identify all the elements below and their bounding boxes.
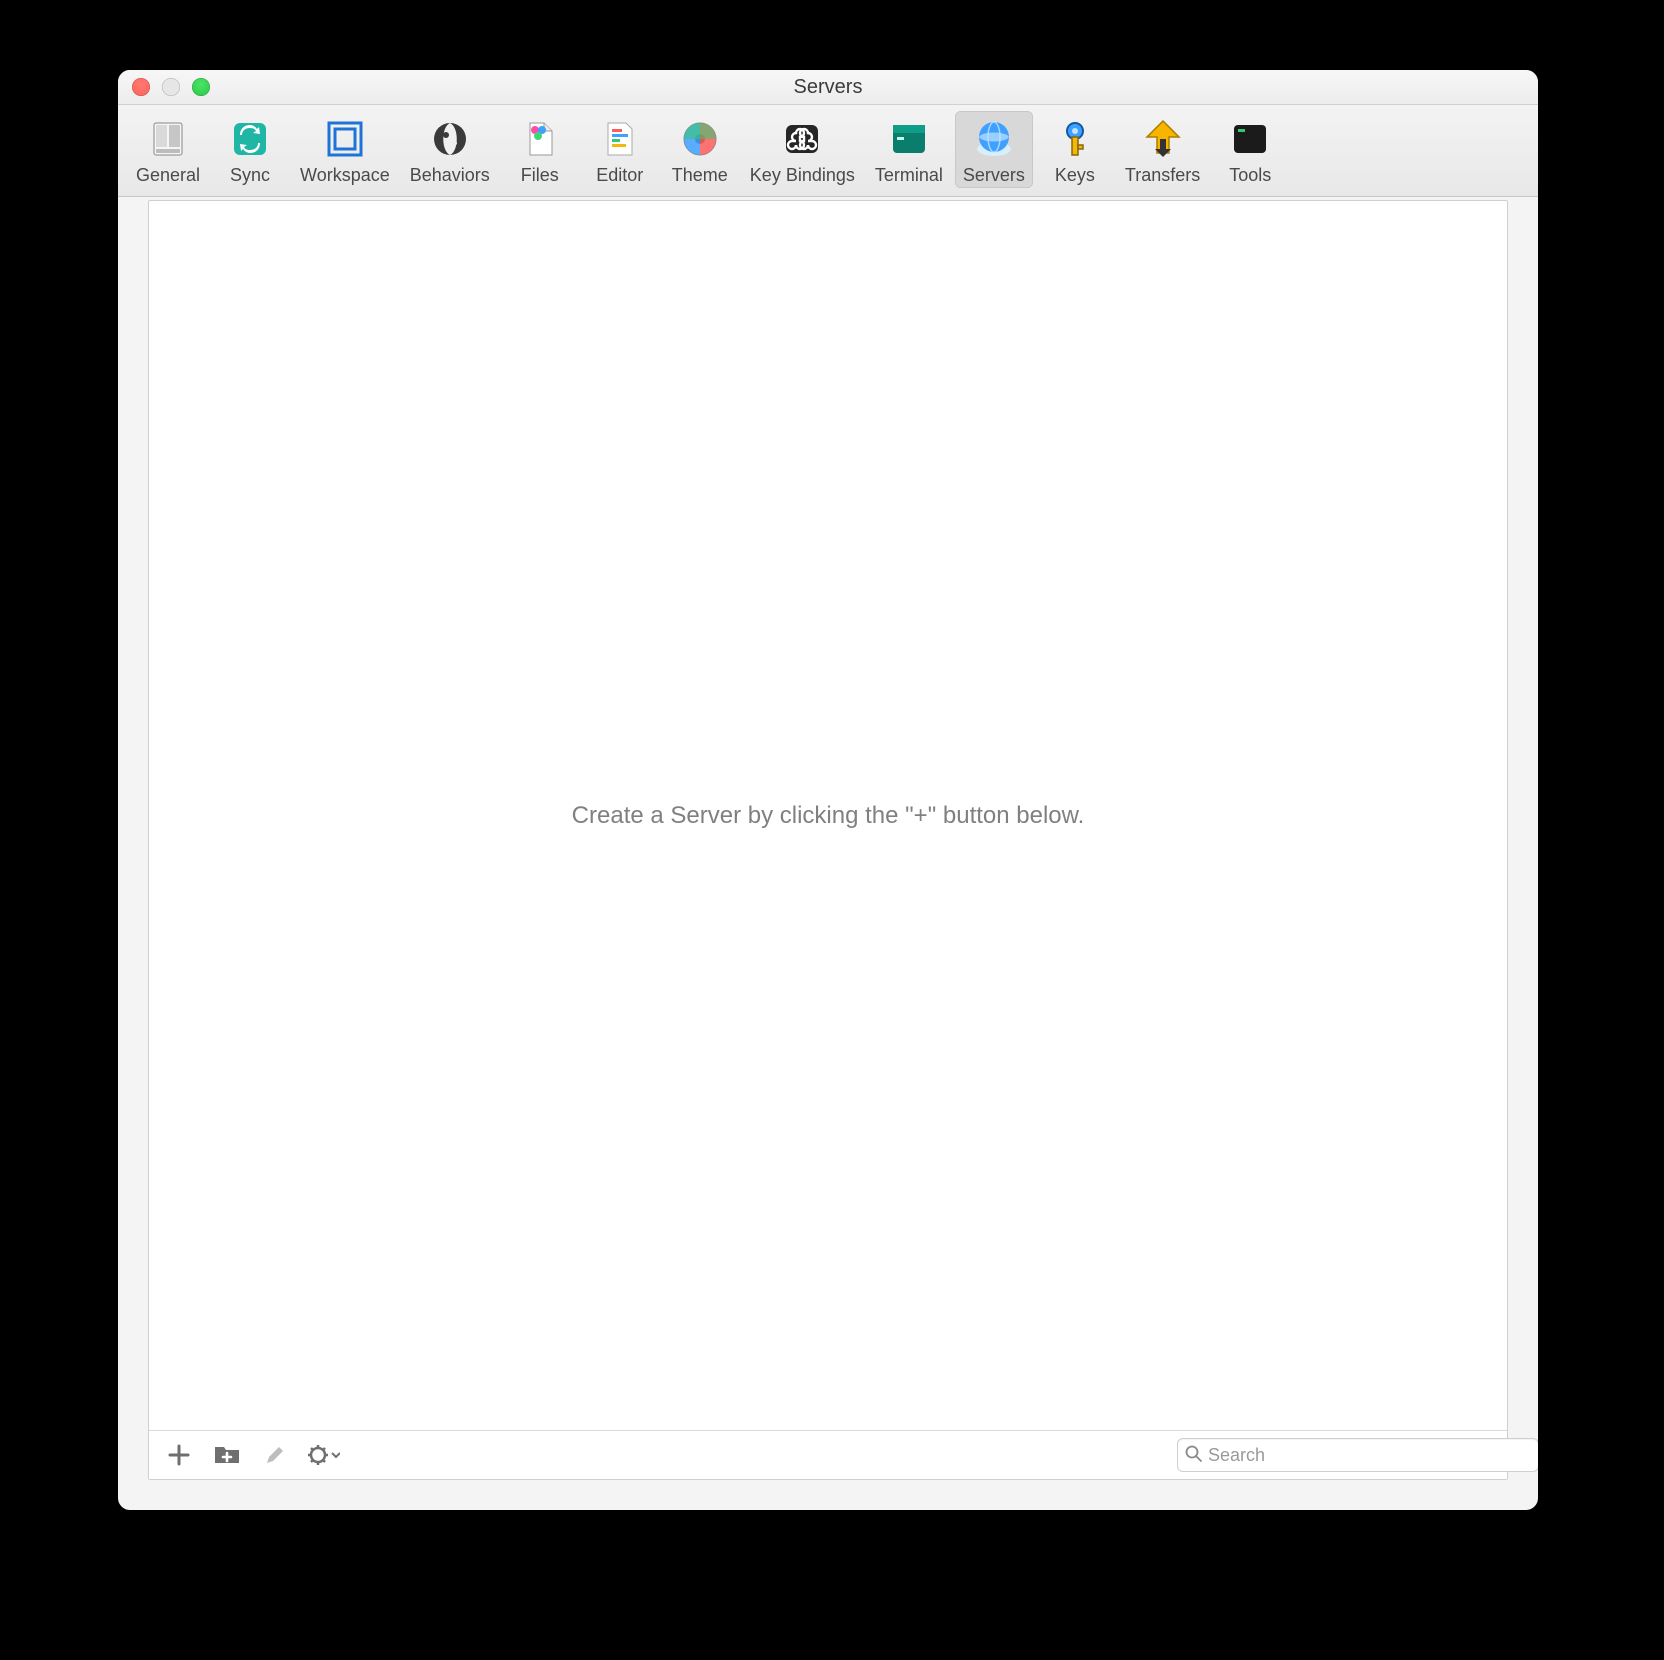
sync-icon [226,115,274,163]
chevron-down-icon [332,1453,340,1457]
server-list: Create a Server by clicking the "+" butt… [149,201,1507,1431]
tab-label: Sync [230,165,270,186]
tab-workspace[interactable]: Workspace [292,111,398,188]
close-window-button[interactable] [132,78,150,96]
zoom-window-button[interactable] [192,78,210,96]
search-field[interactable] [1177,1438,1497,1472]
preferences-toolbar: General Sync Workspace Behaviors Files [118,105,1538,197]
search-icon [1185,1445,1203,1463]
add-group-button[interactable] [207,1438,247,1472]
empty-state-message: Create a Server by clicking the "+" butt… [572,802,1085,830]
tab-servers[interactable]: Servers [955,111,1033,188]
tab-files[interactable]: Files [502,111,578,188]
tools-icon [1226,115,1274,163]
add-button[interactable] [159,1438,199,1472]
key-bindings-icon [778,115,826,163]
content-panel: Create a Server by clicking the "+" butt… [148,200,1508,1480]
edit-button [255,1438,295,1472]
tab-behaviors[interactable]: Behaviors [402,111,498,188]
tab-label: Servers [963,165,1025,186]
gear-icon [306,1444,340,1466]
tab-sync[interactable]: Sync [212,111,288,188]
workspace-icon [321,115,369,163]
tab-theme[interactable]: Theme [662,111,738,188]
preferences-window: Servers General Sync Workspace Beha [118,70,1538,1510]
plus-icon [168,1444,190,1466]
tab-label: Tools [1229,165,1271,186]
tab-label: Workspace [300,165,390,186]
titlebar: Servers [118,70,1538,105]
footer-bar [149,1431,1507,1479]
tab-tools[interactable]: Tools [1212,111,1288,188]
tab-keys[interactable]: Keys [1037,111,1113,188]
tab-label: Key Bindings [750,165,855,186]
tab-terminal[interactable]: Terminal [867,111,951,188]
tab-label: Terminal [875,165,943,186]
minimize-window-button[interactable] [162,78,180,96]
folder-plus-icon [214,1444,240,1466]
tab-general[interactable]: General [128,111,208,188]
tab-label: Keys [1055,165,1095,186]
tab-label: General [136,165,200,186]
window-controls [132,78,210,96]
switch-icon [144,115,192,163]
terminal-icon [885,115,933,163]
pencil-icon [264,1444,286,1466]
behaviors-icon [426,115,474,163]
editor-icon [596,115,644,163]
keys-icon [1051,115,1099,163]
window-title: Servers [794,76,863,99]
tab-label: Transfers [1125,165,1200,186]
transfers-icon [1139,115,1187,163]
tab-transfers[interactable]: Transfers [1117,111,1208,188]
tab-key-bindings[interactable]: Key Bindings [742,111,863,188]
files-icon [516,115,564,163]
theme-icon [676,115,724,163]
servers-icon [970,115,1018,163]
tab-label: Theme [672,165,728,186]
tab-label: Files [521,165,559,186]
action-menu-button[interactable] [303,1438,343,1472]
search-input[interactable] [1177,1438,1538,1472]
tab-label: Behaviors [410,165,490,186]
tab-editor[interactable]: Editor [582,111,658,188]
tab-label: Editor [596,165,643,186]
